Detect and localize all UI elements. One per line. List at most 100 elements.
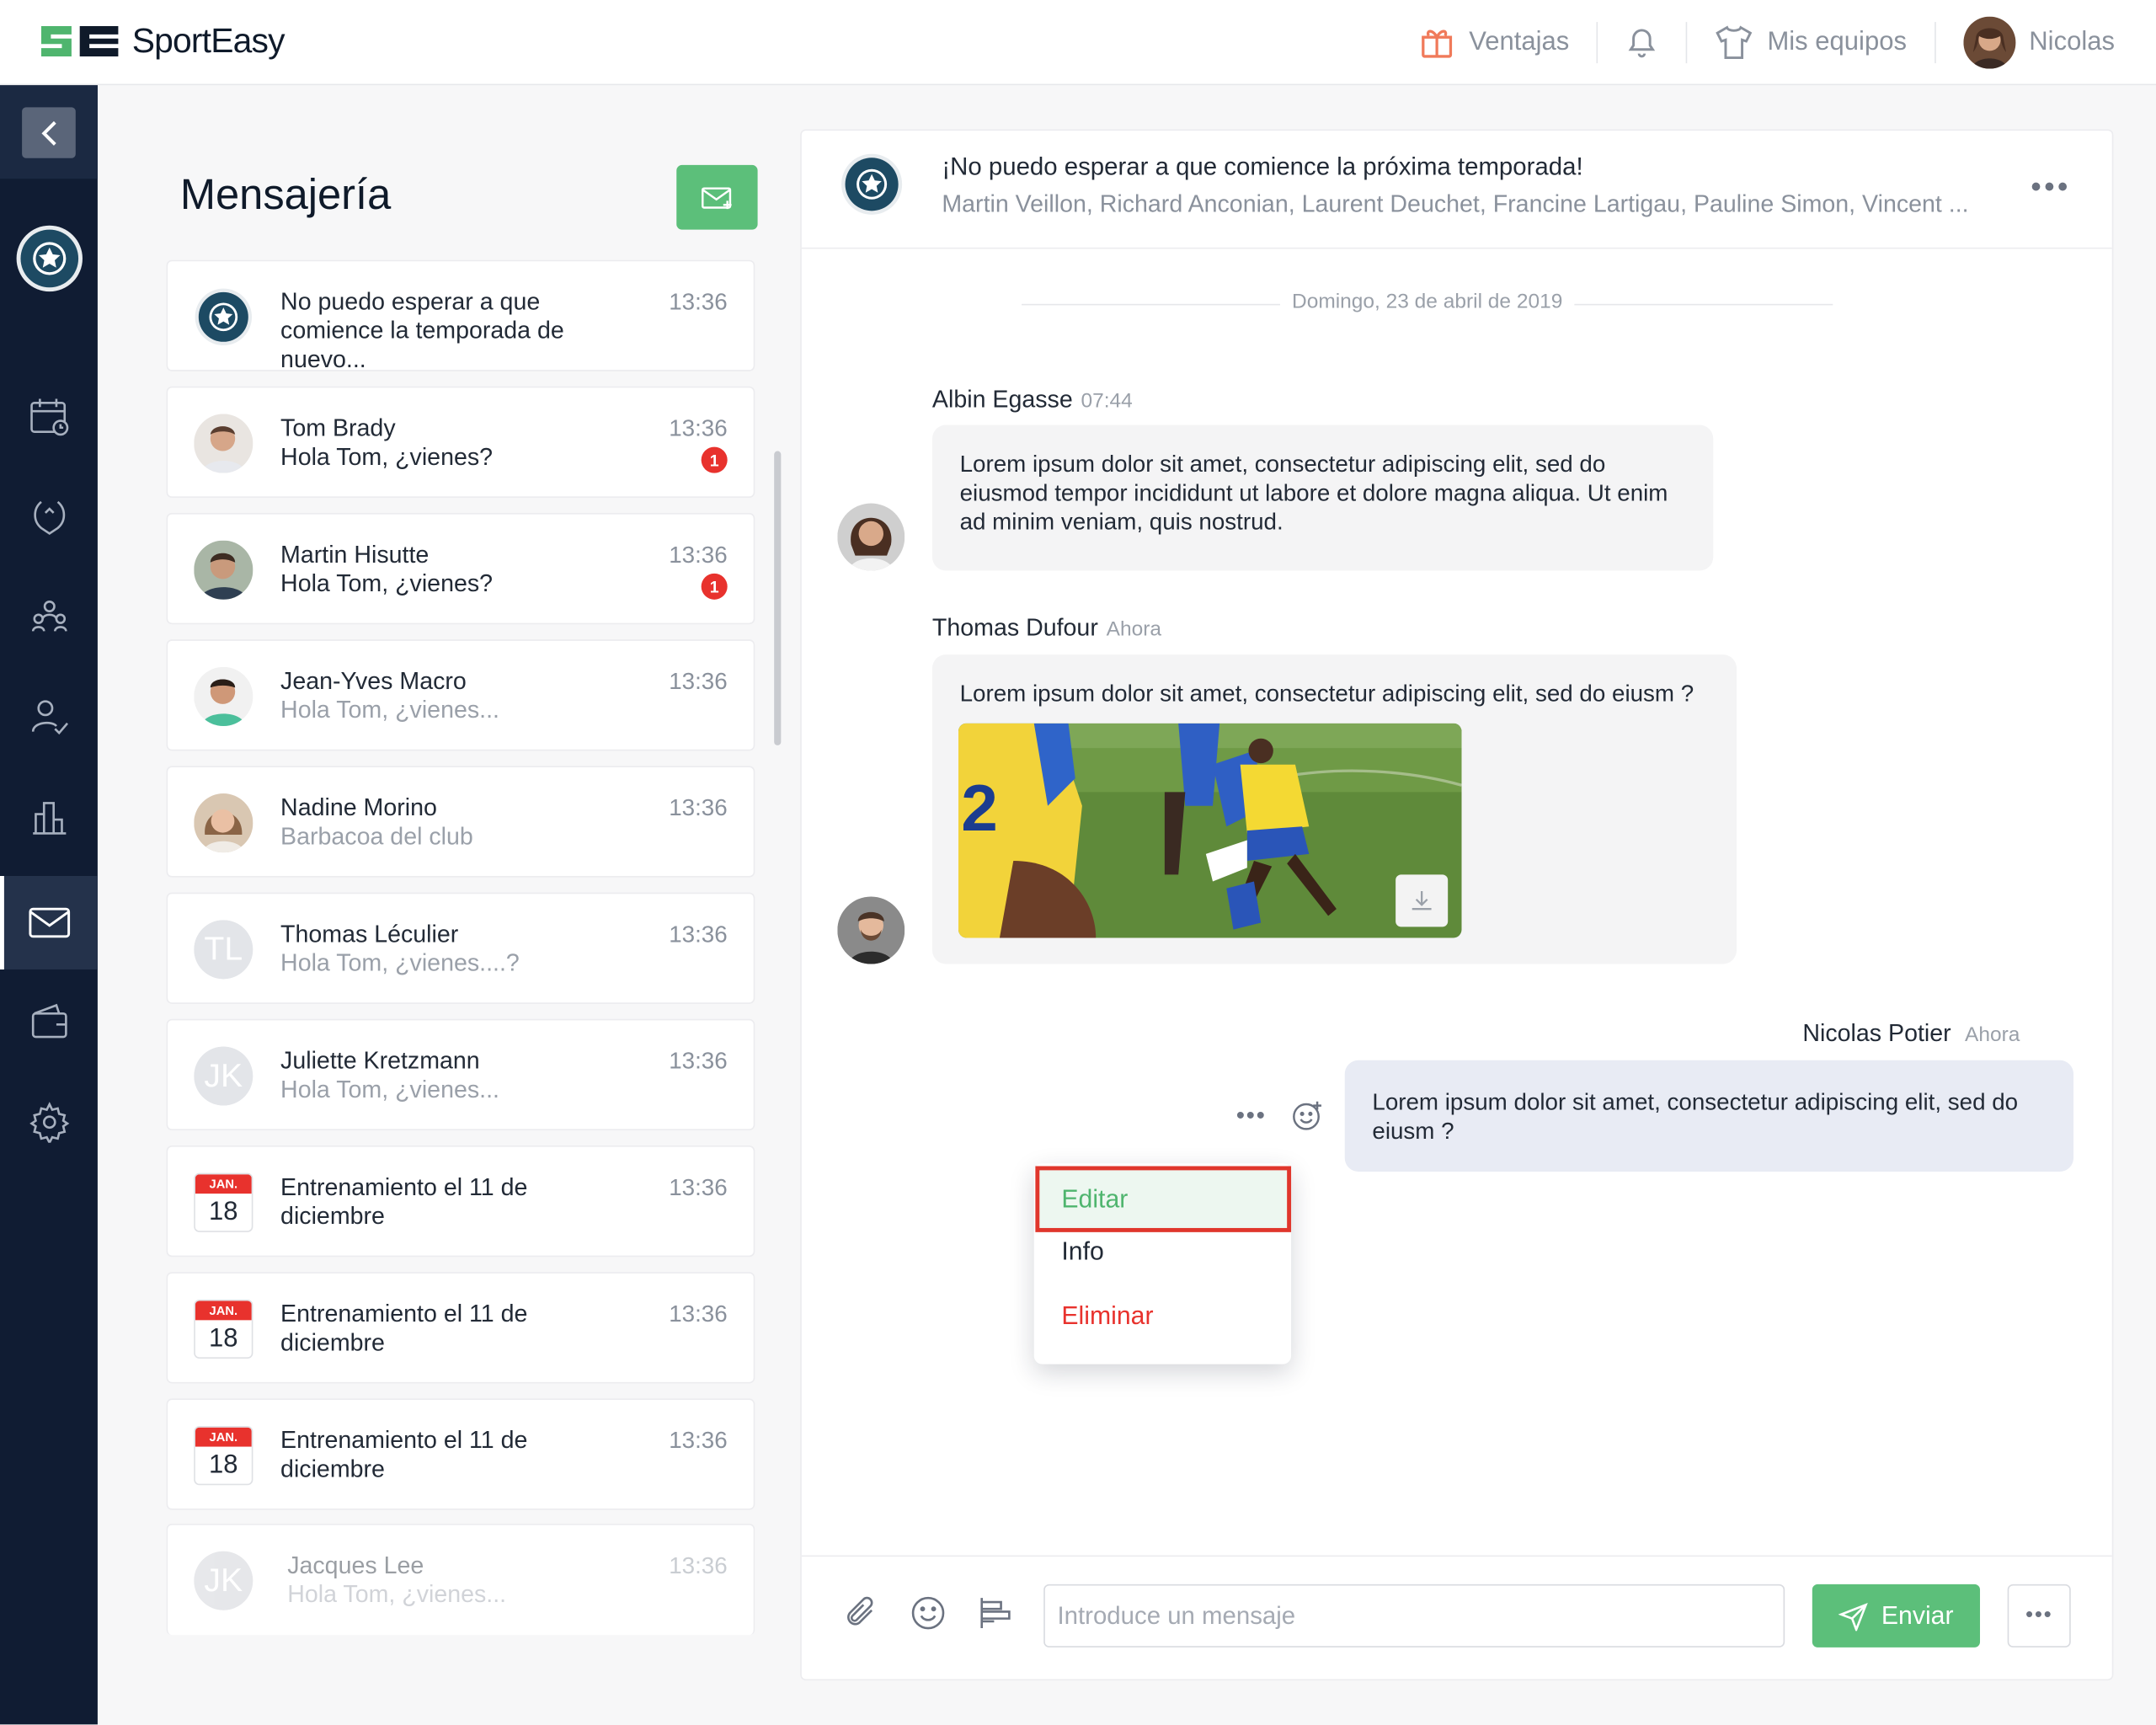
conversation-item[interactable]: JK Jacques Lee Hola Tom, ¿vienes... 13:3…: [166, 1523, 755, 1636]
app-logo[interactable]: SportEasy: [39, 19, 286, 63]
smiley-icon: [911, 1596, 945, 1630]
advantages-link[interactable]: Ventajas: [1392, 24, 1597, 60]
conversation-item[interactable]: Tom Brady Hola Tom, ¿vienes? 13:36 1: [166, 386, 755, 499]
chat-members: Martin Veillon, Richard Anconian, Lauren…: [942, 190, 1969, 217]
conversation-item[interactable]: Jean-Yves Macro Hola Tom, ¿vienes... 13:…: [166, 639, 755, 751]
date-separator: Domingo, 23 de abril de 2019: [1022, 290, 1833, 313]
message-text: Lorem ipsum dolor sit amet, consectetur …: [959, 681, 1694, 708]
nav-messages[interactable]: [0, 875, 98, 970]
nav-calendar[interactable]: [0, 370, 98, 463]
event-title: Entrenamiento el 11 de diciembre: [280, 1299, 528, 1356]
calendar-badge-icon: JAN. 18: [194, 1172, 253, 1232]
chat-options-button[interactable]: •••: [2031, 169, 2071, 205]
message-preview: Hola Tom, ¿vienes...: [287, 1579, 507, 1608]
conversation-preview: No puedo esperar a que comience la tempo…: [280, 287, 564, 373]
notifications-button[interactable]: [1598, 24, 1686, 60]
chat-header: ¡No puedo esperar a que comience la próx…: [801, 131, 2112, 249]
message-composer: Enviar •••: [801, 1555, 2112, 1680]
paperclip-icon: [847, 1596, 873, 1626]
gear-icon: [29, 1102, 69, 1143]
team-icon: [31, 600, 67, 632]
calendar-day: 18: [209, 1324, 238, 1354]
message-preview: Hola Tom, ¿vienes...: [280, 1075, 499, 1103]
conversation-time: 13:36: [669, 1552, 728, 1579]
contact-name: Thomas Léculier: [280, 920, 459, 948]
delete-menu-item[interactable]: Eliminar: [1061, 1300, 1153, 1331]
chat-title: ¡No puedo esperar a que comience la próx…: [942, 152, 1583, 180]
contact-avatar: [194, 666, 253, 727]
chat-panel: ¡No puedo esperar a que comience la próx…: [800, 129, 2114, 1681]
attach-button[interactable]: [841, 1593, 882, 1634]
download-image-button[interactable]: [1396, 874, 1449, 927]
top-bar: SportEasy Ventajas Mis equipos Nicolas: [0, 0, 2156, 86]
author-avatar: [837, 503, 905, 571]
calendar-month: JAN.: [195, 1300, 252, 1321]
club-avatar: [841, 152, 904, 216]
conversation-time: 13:36: [669, 1300, 728, 1327]
user-menu[interactable]: Nicolas: [1935, 16, 2116, 69]
collapse-sidebar-button[interactable]: [0, 85, 98, 179]
message-bubble: Lorem ipsum dolor sit amet, consectetur …: [931, 425, 1714, 571]
download-icon: [1412, 890, 1432, 911]
jersey-icon: [1716, 25, 1753, 60]
contact-initials-avatar: JK: [194, 1046, 253, 1106]
conversation-item[interactable]: TL Thomas Léculier Hola Tom, ¿vienes....…: [166, 892, 755, 1004]
send-label: Enviar: [1881, 1600, 1954, 1630]
nav-members[interactable]: [0, 670, 98, 763]
composer-more-button[interactable]: •••: [2007, 1583, 2071, 1648]
message-preview: Barbacoa del club: [280, 822, 473, 850]
conversation-time: 13:36: [669, 288, 728, 315]
conversation-list[interactable]: No puedo esperar a que comience la tempo…: [166, 259, 758, 1636]
conversation-item[interactable]: Nadine Morino Barbacoa del club 13:36: [166, 766, 755, 878]
conversation-item[interactable]: No puedo esperar a que comience la tempo…: [166, 259, 755, 373]
wallet-icon: [31, 1003, 67, 1039]
calendar-badge-icon: JAN. 18: [194, 1426, 253, 1486]
contact-name: Jacques Lee: [287, 1551, 424, 1579]
message-preview: Hola Tom, ¿vienes?: [280, 569, 494, 597]
my-teams-link[interactable]: Mis equipos: [1688, 24, 1935, 60]
advantages-label: Ventajas: [1469, 27, 1570, 56]
edit-menu-item[interactable]: Editar: [1061, 1184, 1128, 1215]
conversation-item[interactable]: JAN. 18 Entrenamiento el 11 de diciembre…: [166, 1398, 755, 1510]
message-more-button[interactable]: •••: [1236, 1101, 1267, 1130]
message-preview: Hola Tom, ¿vienes...: [280, 696, 499, 724]
conversation-item[interactable]: JK Juliette Kretzmann Hola Tom, ¿vienes.…: [166, 1018, 755, 1131]
contact-name: Juliette Kretzmann: [280, 1046, 480, 1075]
nav-settings[interactable]: [0, 1076, 98, 1169]
club-logo[interactable]: [15, 224, 84, 293]
message-input[interactable]: [1043, 1583, 1785, 1648]
user-name: Nicolas: [2029, 27, 2116, 56]
message-time: 07:44: [1081, 389, 1133, 413]
emoji-button[interactable]: [908, 1593, 949, 1634]
message-preview: Hola Tom, ¿vienes?: [280, 442, 494, 471]
add-reaction-icon[interactable]: [1291, 1098, 1324, 1131]
info-menu-item[interactable]: Info: [1061, 1236, 1103, 1267]
send-button[interactable]: Enviar: [1812, 1583, 1981, 1648]
calendar-icon: [29, 398, 68, 436]
club-avatar: [194, 287, 253, 346]
message-time: Ahora: [1965, 1023, 2020, 1047]
contact-avatar: [194, 540, 253, 600]
nav-wallet[interactable]: [0, 975, 98, 1069]
contact-name: Martin Hisutte: [280, 540, 430, 569]
conversation-item[interactable]: JAN. 18 Entrenamiento el 11 de diciembre…: [166, 1145, 755, 1258]
poll-button[interactable]: [975, 1593, 1017, 1634]
message-author: Thomas Dufour Ahora: [932, 613, 1161, 642]
own-message-bubble[interactable]: Lorem ipsum dolor sit amet, consectetur …: [1344, 1060, 2074, 1172]
nav-competitions[interactable]: [0, 470, 98, 563]
new-message-button[interactable]: [676, 164, 758, 230]
my-teams-label: Mis equipos: [1767, 27, 1907, 56]
conversation-item[interactable]: Martin Hisutte Hola Tom, ¿vienes? 13:36 …: [166, 512, 755, 625]
laurel-icon: [33, 500, 65, 536]
conversation-item[interactable]: JAN. 18 Entrenamiento el 11 de diciembre…: [166, 1272, 755, 1384]
list-scrollbar[interactable]: [774, 451, 782, 745]
nav-team[interactable]: [0, 569, 98, 663]
conversation-time: 13:36: [669, 668, 728, 695]
message-context-menu: Editar Info Eliminar: [1033, 1163, 1292, 1365]
conversation-time: 13:36: [669, 794, 728, 821]
message-author: Nicolas Potier Ahora: [1802, 1019, 2020, 1048]
calendar-badge-icon: JAN. 18: [194, 1299, 253, 1359]
stats-icon: [32, 802, 66, 835]
nav-statistics[interactable]: [0, 770, 98, 863]
message-image[interactable]: 2: [958, 723, 1462, 938]
